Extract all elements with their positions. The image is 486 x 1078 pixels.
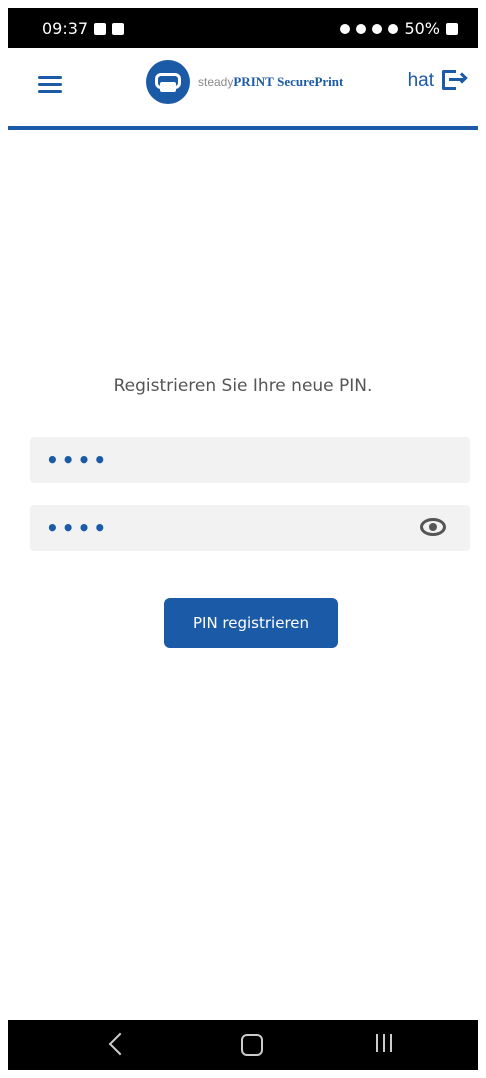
wifi-icon	[388, 23, 399, 34]
system-nav-bar	[8, 1020, 478, 1070]
pin-input-value: ••••	[46, 448, 110, 472]
app-notification-icon	[112, 22, 125, 35]
app-bar: steadyPRINT SecurePrint hat	[8, 48, 478, 130]
status-time: 09:37	[42, 19, 89, 38]
back-icon[interactable]	[108, 1032, 132, 1056]
eye-icon[interactable]	[420, 518, 446, 536]
logo-brand: PRINT	[233, 74, 274, 89]
lock-icon	[340, 23, 351, 34]
pin-prompt: Registrieren Sie Ihre neue PIN.	[113, 376, 373, 396]
app-logo: steadyPRINT SecurePrint	[146, 60, 343, 104]
status-indicators: 50%	[340, 19, 458, 38]
status-time-group: 09:37	[42, 19, 125, 38]
battery-level: 50%	[404, 19, 440, 38]
alarm-icon	[356, 23, 367, 34]
printer-logo-icon	[146, 60, 190, 104]
user-label: hat	[407, 70, 434, 91]
register-pin-button[interactable]: PIN registrieren	[164, 598, 338, 648]
logo-text: steadyPRINT SecurePrint	[198, 74, 343, 90]
logo-prefix: steady	[198, 75, 234, 89]
mute-icon	[372, 23, 383, 34]
main-content: Registrieren Sie Ihre neue PIN. •••• •••…	[8, 130, 478, 1020]
recent-apps-icon[interactable]	[376, 1034, 392, 1052]
battery-icon	[446, 22, 458, 35]
status-bar: 09:37 50%	[8, 8, 478, 48]
phone-screen: 09:37 50% steadyPRINT SecurePrint hat Re…	[8, 8, 478, 1070]
home-icon[interactable]	[241, 1034, 263, 1056]
logout-button[interactable]: hat	[407, 70, 468, 92]
logo-product: SecurePrint	[277, 74, 344, 89]
pin-confirm-input-value: ••••	[46, 516, 110, 540]
menu-icon[interactable]	[38, 76, 62, 94]
gallery-notification-icon	[94, 22, 107, 35]
pin-input[interactable]: ••••	[30, 437, 470, 483]
pin-confirm-input[interactable]: ••••	[30, 505, 470, 551]
logout-icon	[442, 70, 468, 92]
